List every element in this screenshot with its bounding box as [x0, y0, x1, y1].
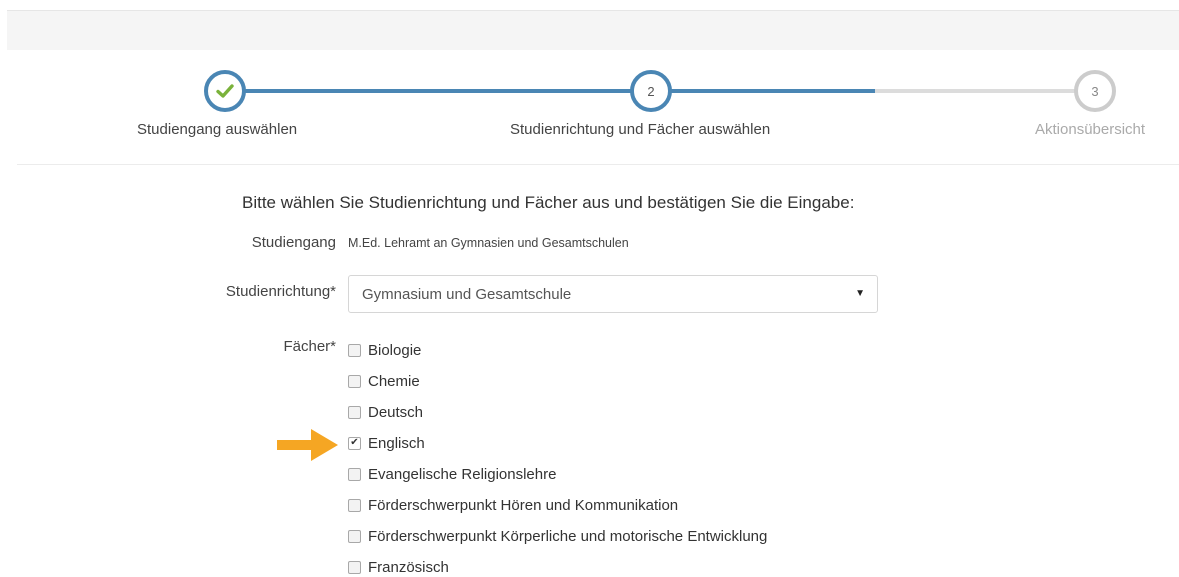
step-1-circle	[204, 70, 246, 112]
check-icon	[216, 84, 234, 98]
checkbox-hoeren-kommunikation[interactable]	[348, 498, 361, 512]
checkbox-label-franzoesisch: Französisch	[368, 558, 449, 576]
checkbox-item-deutsch[interactable]: Deutsch	[348, 402, 423, 422]
checkbox-item-hoeren-kommunikation[interactable]: Förderschwerpunkt Hören und Kommunikatio…	[348, 495, 678, 515]
checkbox-label-hoeren-kommunikation: Förderschwerpunkt Hören und Kommunikatio…	[368, 496, 679, 514]
stepper-track-remaining	[875, 89, 1095, 93]
checkbox-label-koerperliche-entwicklung: Förderschwerpunkt Körperliche und motori…	[368, 527, 768, 545]
checkbox-label-evangelische-religionslehre: Evangelische Religionslehre	[368, 465, 557, 483]
checkbox-label-deutsch: Deutsch	[368, 403, 424, 421]
studienrichtung-select[interactable]: Gymnasium und Gesamtschule ▼	[348, 275, 878, 313]
checkbox-chemie[interactable]	[348, 374, 361, 388]
checkbox-englisch[interactable]: ✔	[348, 436, 361, 450]
step-2-label: Studienrichtung und Fächer auswählen	[510, 121, 771, 138]
stepper-track-completed	[225, 89, 875, 93]
progress-stepper: 2 3 Studiengang auswählen Studienrichtun…	[0, 0, 1179, 165]
checkbox-label-biologie: Biologie	[368, 341, 422, 359]
faecher-label: Fächer*	[283, 338, 336, 355]
arrow-right-icon	[277, 429, 338, 461]
checkbox-koerperliche-entwicklung[interactable]	[348, 529, 361, 543]
checkbox-item-franzoesisch[interactable]: Französisch	[348, 557, 449, 577]
caret-down-icon: ▼	[855, 288, 865, 299]
studienrichtung-label: Studienrichtung*	[225, 283, 336, 300]
checkbox-item-chemie[interactable]: Chemie	[348, 371, 420, 391]
checkbox-item-biologie[interactable]: Biologie	[348, 340, 421, 360]
checkbox-deutsch[interactable]	[348, 405, 361, 419]
checkbox-item-englisch[interactable]: ✔ Englisch	[348, 433, 425, 453]
studiengang-label: Studiengang	[251, 234, 336, 251]
step-3-label: Aktionsübersicht	[1035, 121, 1146, 138]
step-2-number: 2	[647, 83, 655, 99]
step-2-circle: 2	[630, 70, 672, 112]
checkbox-item-evangelische-religionslehre[interactable]: Evangelische Religionslehre	[348, 464, 556, 484]
step-3-number: 3	[1091, 83, 1099, 99]
checkbox-label-chemie: Chemie	[368, 372, 420, 390]
step-1-label: Studiengang auswählen	[137, 121, 298, 138]
form-instruction: Bitte wählen Sie Studienrichtung und Fäc…	[242, 193, 855, 212]
studienrichtung-selected-value: Gymnasium und Gesamtschule	[362, 286, 572, 303]
section-divider	[17, 164, 1179, 165]
checkbox-franzoesisch[interactable]	[348, 560, 361, 574]
studiengang-value: M.Ed. Lehramt an Gymnasien und Gesamtsch…	[348, 236, 629, 250]
checkbox-evangelische-religionslehre[interactable]	[348, 467, 361, 481]
checkbox-biologie[interactable]	[348, 343, 361, 357]
checkbox-label-englisch: Englisch	[368, 434, 425, 452]
step-3-circle: 3	[1074, 70, 1116, 112]
checkmark-icon: ✔	[350, 437, 359, 448]
checkbox-item-koerperliche-entwicklung[interactable]: Förderschwerpunkt Körperliche und motori…	[348, 526, 767, 546]
